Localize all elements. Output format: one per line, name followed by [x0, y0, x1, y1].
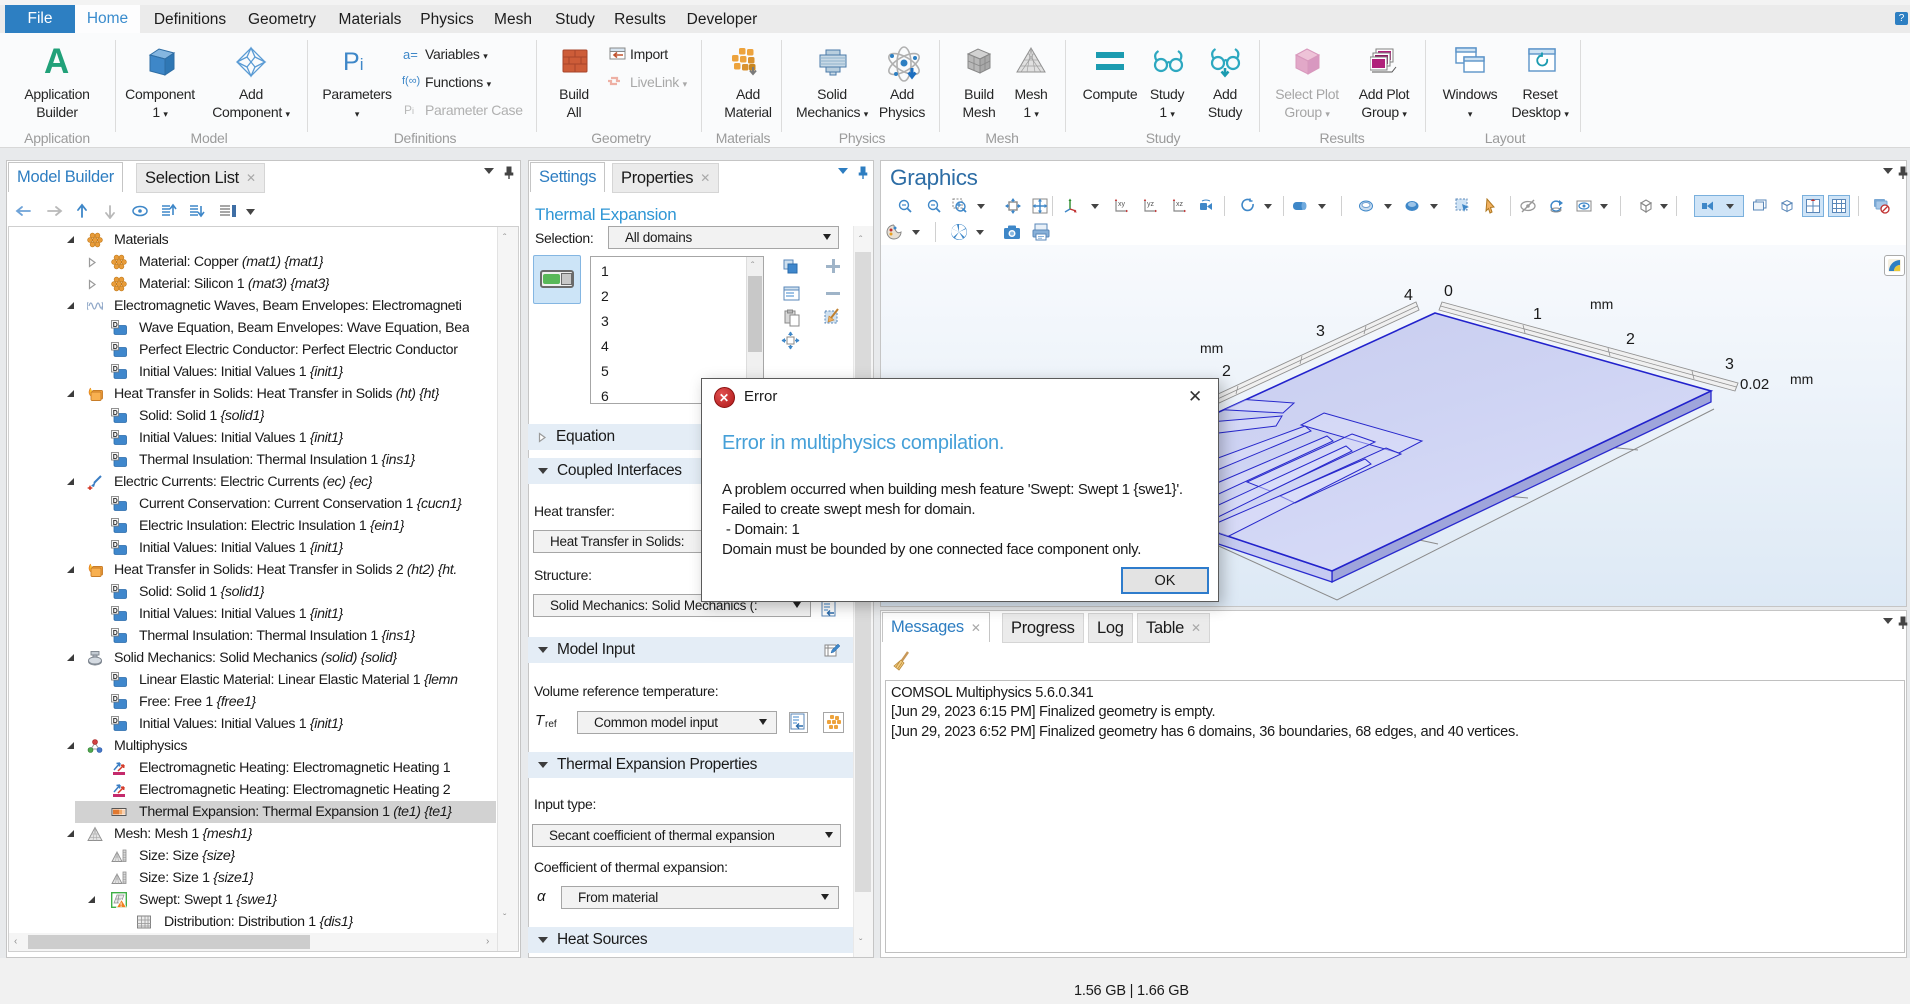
svg-text:D: D	[113, 344, 118, 351]
svg-text:D: D	[113, 498, 118, 505]
svg-text:D: D	[113, 630, 118, 637]
svg-text:D: D	[113, 454, 118, 461]
svg-text:!: !	[120, 902, 122, 908]
svg-text:D: D	[113, 696, 118, 703]
svg-text:D: D	[113, 520, 118, 527]
svg-text:D: D	[113, 586, 118, 593]
svg-text:D: D	[113, 542, 118, 549]
svg-text:D: D	[113, 410, 118, 417]
svg-text:D: D	[113, 608, 118, 615]
svg-text:D: D	[113, 366, 118, 373]
svg-text:D: D	[113, 432, 118, 439]
svg-text:D: D	[113, 718, 118, 725]
svg-text:D: D	[113, 674, 118, 681]
svg-text:D: D	[113, 322, 118, 329]
